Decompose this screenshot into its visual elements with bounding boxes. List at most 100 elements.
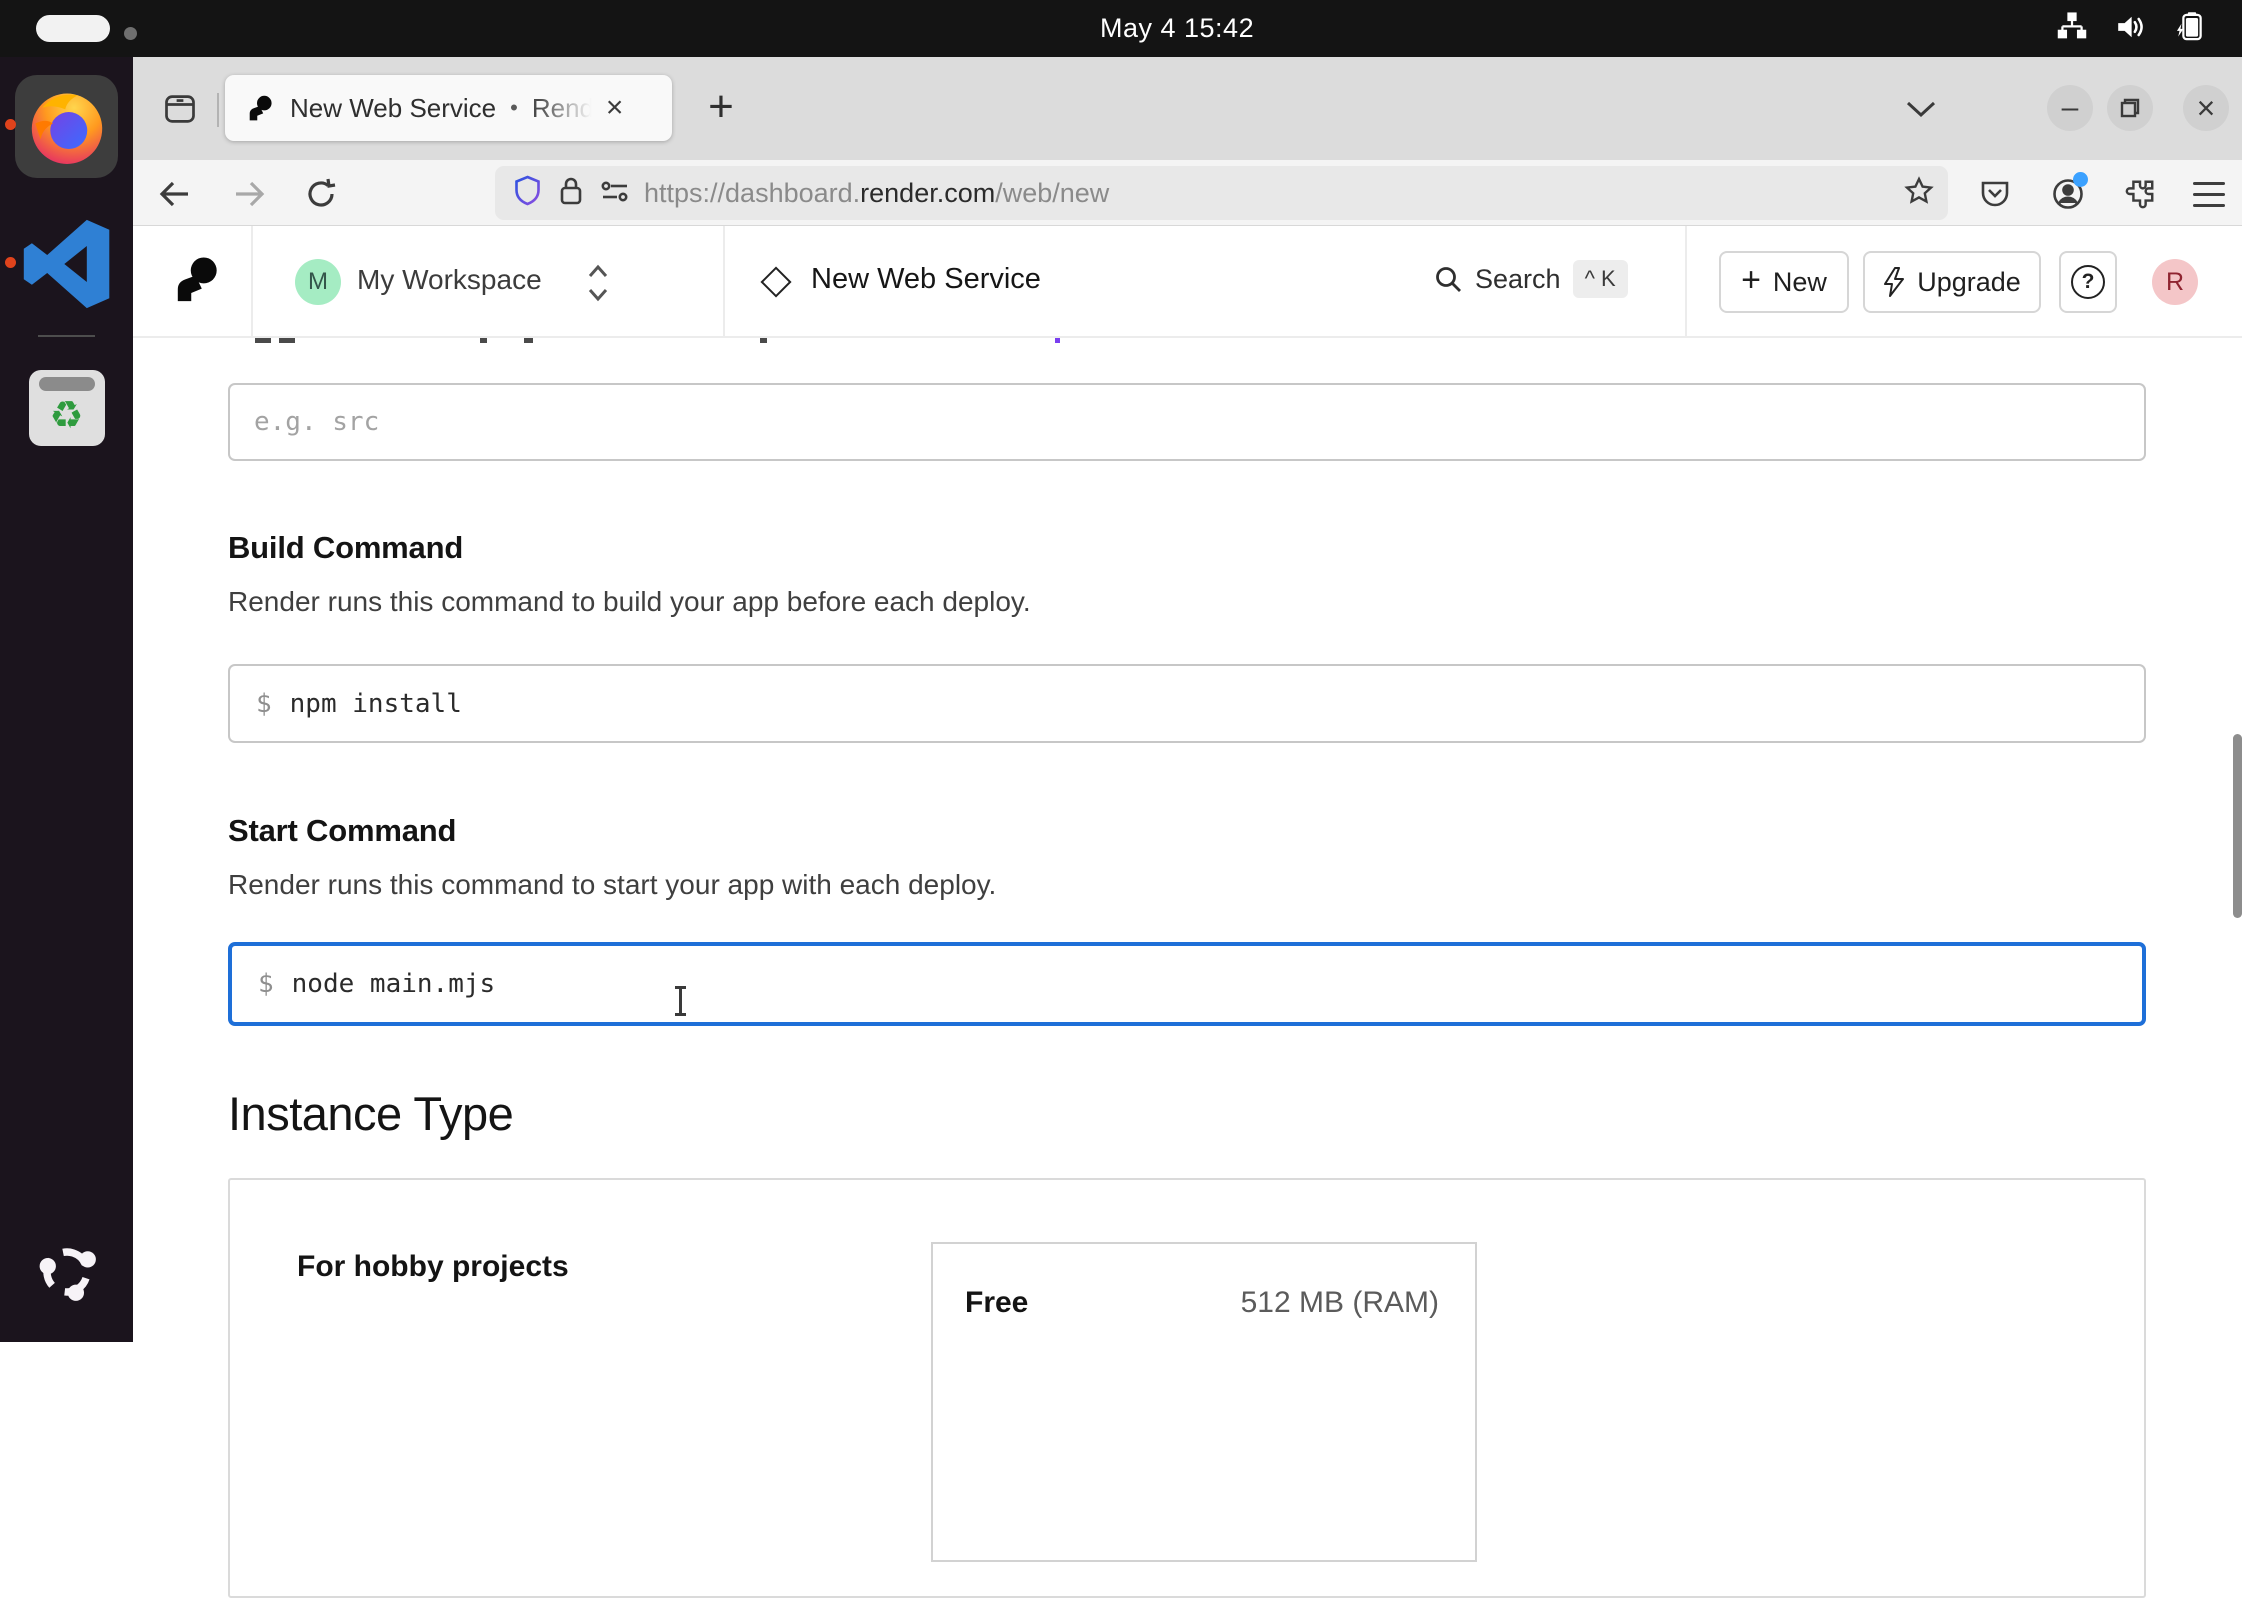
root-directory-input[interactable] [230, 385, 2144, 459]
clipped-text-fragment [279, 338, 295, 343]
account-icon[interactable] [2046, 172, 2090, 216]
free-plan-option[interactable]: Free 512 MB (RAM) [931, 1242, 1477, 1562]
forward-button[interactable] [229, 174, 269, 214]
ubuntu-dock: ♻ [0, 57, 133, 1342]
back-button[interactable] [155, 174, 195, 214]
hobby-projects-label: For hobby projects [297, 1250, 569, 1284]
system-clock[interactable]: May 4 15:42 [1100, 13, 1254, 44]
ubuntu-icon [30, 1235, 104, 1309]
header-divider-2 [723, 226, 725, 336]
build-command-field[interactable]: $ [228, 664, 2146, 743]
shell-prompt: $ [256, 689, 272, 719]
vscode-icon [22, 219, 112, 309]
render-favicon [247, 95, 274, 122]
instance-type-card: For hobby projects Free 512 MB (RAM) [228, 1178, 2146, 1598]
lock-icon[interactable] [558, 175, 584, 212]
dock-firefox[interactable] [15, 75, 118, 178]
menu-icon[interactable] [2187, 172, 2231, 216]
permissions-icon[interactable] [600, 178, 630, 209]
tabbar-separator [217, 93, 219, 127]
active-tab[interactable]: New Web Service • Rend × [225, 75, 672, 141]
bookmark-star-icon[interactable] [1904, 176, 1934, 211]
build-command-input[interactable] [290, 666, 2144, 741]
page-title: New Web Service [811, 263, 1041, 296]
render-logo[interactable] [173, 256, 221, 304]
firefox-view-button[interactable] [155, 84, 205, 134]
dock-vscode[interactable] [15, 215, 118, 313]
clipped-link-fragment [1055, 338, 1060, 343]
shell-prompt: $ [258, 969, 274, 999]
vertical-scrollbar[interactable] [2233, 734, 2242, 918]
build-command-title: Build Command [228, 530, 463, 566]
instance-type-title: Instance Type [228, 1086, 513, 1141]
header-divider-3 [1685, 226, 1687, 336]
build-command-description: Render runs this command to build your a… [228, 586, 1031, 618]
navigation-toolbar: https://dashboard.render.com/web/new [133, 160, 2242, 226]
clipped-text-fragment [255, 338, 271, 343]
search-icon [1433, 264, 1463, 294]
dock-ubuntu-logo[interactable] [15, 1235, 118, 1309]
plus-icon: + [1741, 261, 1761, 300]
dock-divider [38, 335, 95, 337]
firefox-icon [23, 83, 111, 171]
window-minimize-button[interactable]: – [2047, 85, 2093, 131]
firefox-window: New Web Service • Rend × + – × [133, 57, 2242, 1342]
clipped-text-fragment [524, 338, 533, 343]
window-close-button[interactable]: × [2183, 85, 2229, 131]
search-shortcut: ^ K [1573, 260, 1628, 298]
vscode-running-dot [5, 257, 16, 268]
tracking-protection-icon[interactable] [513, 175, 542, 212]
search-label: Search [1475, 264, 1561, 295]
help-button[interactable]: ? [2059, 251, 2117, 313]
clipped-text-fragment [760, 338, 767, 343]
tab-title-dot: • [510, 95, 518, 121]
tab-close-button[interactable]: × [600, 91, 630, 125]
trash-lid [39, 377, 95, 391]
volume-icon [2114, 11, 2148, 48]
tab-title-suffix: Rend [532, 93, 598, 124]
window-restore-button[interactable] [2107, 85, 2153, 131]
lightning-icon [1883, 267, 1905, 297]
free-plan-ram: 512 MB (RAM) [1241, 1286, 1439, 1320]
page-content: Build Command Render runs this command t… [133, 338, 2242, 1443]
recycle-glyph: ♻ [49, 396, 83, 434]
render-app-header: M My Workspace New Web Service Search ^ … [133, 226, 2242, 338]
url-text[interactable]: https://dashboard.render.com/web/new [644, 178, 1109, 209]
activities-pill[interactable] [36, 15, 110, 42]
tab-bar: New Web Service • Rend × + – × [133, 57, 2242, 160]
network-icon [2056, 11, 2088, 48]
pocket-icon[interactable] [1973, 172, 2017, 216]
clipped-text-fragment [480, 338, 487, 343]
reload-button[interactable] [301, 174, 341, 214]
firefox-running-dot [5, 119, 16, 130]
url-bar[interactable]: https://dashboard.render.com/web/new [495, 166, 1948, 220]
new-button[interactable]: + New [1719, 251, 1849, 313]
free-plan-name: Free [965, 1286, 1028, 1320]
tab-title: New Web Service [290, 93, 496, 124]
workspace-avatar[interactable]: M [295, 259, 341, 305]
question-mark-icon: ? [2071, 265, 2105, 299]
root-directory-field[interactable] [228, 383, 2146, 461]
new-tab-button[interactable]: + [693, 79, 749, 135]
workspace-switcher-chevrons[interactable] [585, 262, 611, 309]
dock-trash[interactable]: ♻ [15, 367, 118, 449]
user-avatar[interactable]: R [2152, 259, 2198, 305]
workspace-name[interactable]: My Workspace [357, 264, 542, 296]
text-cursor [679, 988, 682, 1014]
upgrade-button-label: Upgrade [1917, 267, 2021, 298]
list-all-tabs-button[interactable] [1899, 91, 1943, 127]
start-command-field[interactable]: $ [228, 942, 2146, 1026]
start-command-input[interactable] [292, 946, 2142, 1022]
start-command-description: Render runs this command to start your a… [228, 869, 996, 901]
extensions-icon[interactable] [2118, 172, 2162, 216]
system-tray[interactable] [2056, 12, 2210, 46]
start-command-title: Start Command [228, 813, 456, 849]
new-button-label: New [1773, 267, 1827, 298]
system-top-bar: May 4 15:42 [0, 0, 2242, 57]
upgrade-button[interactable]: Upgrade [1863, 251, 2041, 313]
trash-icon: ♻ [29, 370, 105, 446]
battery-icon [2174, 11, 2210, 48]
search-button[interactable]: Search ^ K [1433, 260, 1628, 298]
header-divider-1 [251, 226, 253, 336]
account-notification-dot [2073, 172, 2088, 187]
